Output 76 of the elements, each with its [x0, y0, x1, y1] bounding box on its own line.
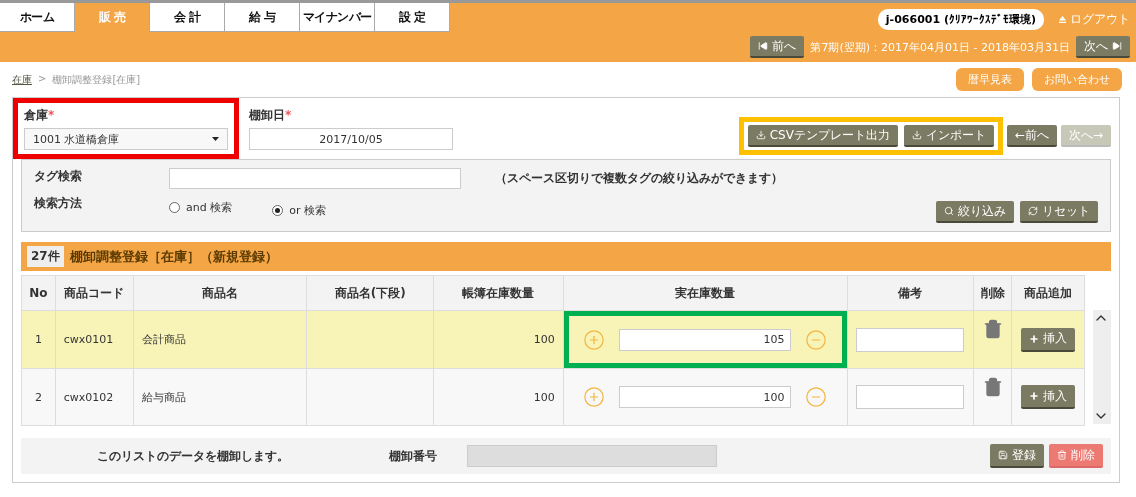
- refresh-icon: [1028, 206, 1038, 216]
- column-header: 削除: [973, 275, 1012, 311]
- plus-circle-icon[interactable]: [583, 386, 606, 408]
- minus-circle-icon[interactable]: [805, 328, 828, 351]
- toolbar-button[interactable]: インポート: [903, 125, 994, 147]
- hint-text: （スペース区切りで複数タグの絞り込みができます）: [495, 170, 783, 187]
- download-icon: [911, 130, 922, 140]
- save-button[interactable]: 登録: [990, 444, 1044, 468]
- reset-button[interactable]: リセット: [1020, 201, 1098, 223]
- table-cell: 2: [21, 368, 56, 426]
- nav-tab[interactable]: ホーム: [0, 3, 75, 32]
- column-header: 商品追加: [1011, 275, 1085, 311]
- quantity-field[interactable]: 100: [619, 386, 792, 408]
- table-cell: 100: [433, 368, 564, 426]
- field-label: 棚卸番号: [389, 447, 437, 465]
- table-cell: 1: [21, 310, 56, 369]
- nav-button[interactable]: ←前へ: [1006, 125, 1057, 147]
- trash-icon[interactable]: [982, 319, 1003, 339]
- skip-forward-icon: [1112, 41, 1122, 51]
- table-cell: 会計商品: [133, 310, 307, 369]
- note-field[interactable]: [856, 385, 965, 409]
- minus-circle-icon[interactable]: [805, 386, 828, 408]
- breadcrumb-current: 棚卸調整登録[在庫]: [52, 72, 141, 87]
- column-header: 備考: [847, 275, 974, 311]
- count-badge: 27件: [27, 246, 64, 267]
- table-cell: cwx0102: [55, 368, 133, 426]
- nav-tab[interactable]: 給 与: [225, 3, 300, 32]
- radio-option[interactable]: and 検索: [169, 200, 233, 215]
- breadcrumb-link[interactable]: 在庫: [12, 72, 32, 87]
- column-header: 商品名: [133, 275, 307, 311]
- prev-period-button[interactable]: 前へ: [750, 36, 805, 58]
- delete-button[interactable]: 削除: [1049, 444, 1103, 468]
- next-period-button[interactable]: 次へ: [1076, 36, 1130, 58]
- eject-icon: [1058, 15, 1067, 24]
- field-label: 倉庫*: [24, 107, 56, 124]
- nav-tab[interactable]: マイナンバー: [300, 3, 375, 32]
- column-header: 帳簿在庫数量: [433, 275, 564, 311]
- scrollbar[interactable]: [1093, 310, 1111, 424]
- footer-message: このリストのデータを棚卸します。: [97, 447, 290, 465]
- trash-icon: [1057, 450, 1067, 460]
- field-label: タグ検索: [34, 168, 83, 185]
- caret-icon: [212, 137, 219, 141]
- radio-option[interactable]: or 検索: [272, 203, 326, 218]
- search-icon: [944, 206, 954, 216]
- list-title: 棚卸調整登録［在庫］（新規登録）: [69, 247, 278, 266]
- download-icon: [755, 130, 766, 140]
- column-header: 商品コード: [55, 275, 133, 311]
- nav-tab[interactable]: 設 定: [375, 3, 450, 32]
- column-header: No: [21, 275, 56, 311]
- tag-search-field[interactable]: [169, 168, 461, 189]
- table-cell: 給与商品: [133, 368, 307, 426]
- column-header: 商品名(下段): [306, 275, 434, 311]
- insert-button[interactable]: 挿入: [1021, 327, 1076, 352]
- save-icon: [998, 450, 1008, 460]
- date-field[interactable]: 2017/10/05: [249, 128, 453, 150]
- period-label: 第7期(翌期)：2017年04月01日 - 2018年03月31日: [810, 39, 1070, 55]
- nav-tab[interactable]: 会 計: [150, 3, 225, 32]
- plus-icon: [1029, 333, 1040, 344]
- skip-back-icon: [758, 41, 769, 51]
- column-header: 実在庫数量: [563, 275, 848, 311]
- user-badge: j-066001 (ｸﾘｱﾜｰｸｽﾃﾞﾓ環境): [877, 9, 1044, 30]
- note-field[interactable]: [856, 327, 965, 352]
- insert-button[interactable]: 挿入: [1021, 385, 1076, 409]
- toolbar-button[interactable]: CSVテンプレート出力: [747, 125, 898, 147]
- plus-icon: [1029, 391, 1040, 401]
- filter-button[interactable]: 絞り込み: [936, 201, 1014, 223]
- warehouse-select[interactable]: 1001 水道橋倉庫: [24, 128, 228, 150]
- field-label: 棚卸日*: [249, 107, 293, 124]
- field-label: 検索方法: [34, 195, 83, 212]
- table-cell: 100: [433, 310, 564, 369]
- plus-circle-icon[interactable]: [583, 328, 606, 351]
- trash-icon[interactable]: [982, 377, 1003, 397]
- number-field[interactable]: [467, 445, 717, 467]
- quantity-field[interactable]: 105: [619, 328, 792, 351]
- table-cell: cwx0101: [55, 310, 133, 369]
- breadcrumb-separator: >: [38, 72, 47, 86]
